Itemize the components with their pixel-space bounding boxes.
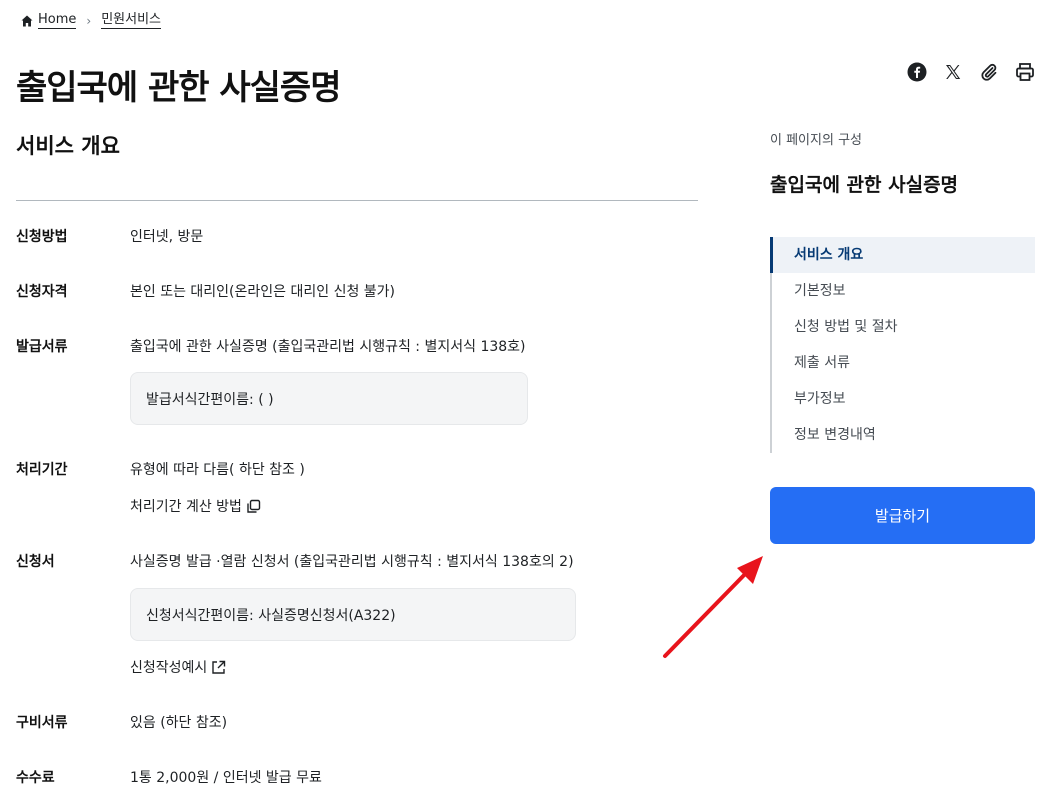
row-label: 발급서류 bbox=[16, 339, 68, 355]
toc-list: 서비스 개요 기본정보 신청 방법 및 절차 제출 서류 부가정보 정보 변경내… bbox=[770, 237, 1035, 453]
toc-item-basic-info[interactable]: 기본정보 bbox=[772, 273, 1035, 309]
breadcrumb: Home › 민원서비스 bbox=[20, 12, 162, 29]
facebook-icon[interactable] bbox=[906, 61, 928, 83]
row-value: 출입국에 관한 사실증명 (출입국관리법 시행규칙 : 별지서식 138호) bbox=[130, 339, 526, 355]
row-value: 유형에 따라 다름( 하단 참조 ) bbox=[130, 462, 305, 478]
page-title: 출입국에 관한 사실증명 bbox=[16, 68, 341, 108]
print-icon[interactable] bbox=[1014, 61, 1036, 83]
section-divider bbox=[16, 200, 698, 201]
toc-caption: 이 페이지의 구성 bbox=[770, 133, 862, 148]
toc-item-method-procedure[interactable]: 신청 방법 및 절차 bbox=[772, 309, 1035, 345]
application-form-note: 신청서식간편이름: 사실증명신청서(A322) bbox=[130, 588, 576, 641]
external-link-icon bbox=[211, 660, 226, 675]
x-icon[interactable] bbox=[942, 61, 964, 83]
row-label: 처리기간 bbox=[16, 462, 68, 478]
row-label: 신청방법 bbox=[16, 229, 68, 245]
toc-item-change-history[interactable]: 정보 변경내역 bbox=[772, 417, 1035, 453]
link-label: 처리기간 계산 방법 bbox=[130, 499, 242, 515]
row-label: 신청서 bbox=[16, 554, 55, 570]
row-value: 있음 (하단 참조) bbox=[130, 715, 228, 731]
toc-item-service-overview[interactable]: 서비스 개요 bbox=[770, 237, 1035, 273]
application-example-link[interactable]: 신청작성예시 bbox=[130, 657, 226, 677]
row-value: 인터넷, 방문 bbox=[130, 229, 204, 245]
toc-title: 출입국에 관한 사실증명 bbox=[770, 174, 959, 196]
copy-icon bbox=[246, 499, 261, 514]
breadcrumb-current-link[interactable]: 민원서비스 bbox=[101, 12, 162, 29]
processing-time-calc-link[interactable]: 처리기간 계산 방법 bbox=[130, 496, 261, 516]
link-label: 신청작성예시 bbox=[130, 660, 208, 676]
home-icon bbox=[20, 14, 34, 28]
link-icon[interactable] bbox=[978, 61, 1000, 83]
toc-item-additional-info[interactable]: 부가정보 bbox=[772, 381, 1035, 417]
breadcrumb-home-link[interactable]: Home bbox=[38, 12, 77, 29]
row-label: 구비서류 bbox=[16, 715, 68, 731]
service-overview-section: 서비스 개요 신청방법 인터넷, 방문 신청자격 본인 또는 대리인(온라인은 … bbox=[16, 128, 698, 786]
row-label: 신청자격 bbox=[16, 284, 68, 300]
toc-item-documents[interactable]: 제출 서류 bbox=[772, 345, 1035, 381]
page-toc: 이 페이지의 구성 출입국에 관한 사실증명 서비스 개요 기본정보 신청 방법… bbox=[770, 130, 1035, 453]
row-value: 사실증명 발급 ·열람 신청서 (출입국관리법 시행규칙 : 별지서식 138호… bbox=[130, 554, 574, 570]
issued-form-note: 발급서식간편이름: ( ) bbox=[130, 372, 528, 425]
row-value: 본인 또는 대리인(온라인은 대리인 신청 불가) bbox=[130, 284, 396, 300]
section-title: 서비스 개요 bbox=[16, 134, 120, 158]
chevron-right-icon: › bbox=[86, 13, 92, 28]
annotation-arrow bbox=[663, 556, 763, 658]
row-value: 1통 2,000원 / 인터넷 발급 무료 bbox=[130, 770, 322, 786]
share-toolbar bbox=[906, 61, 1036, 83]
issue-button[interactable]: 발급하기 bbox=[770, 487, 1035, 544]
row-label: 수수료 bbox=[16, 770, 55, 786]
